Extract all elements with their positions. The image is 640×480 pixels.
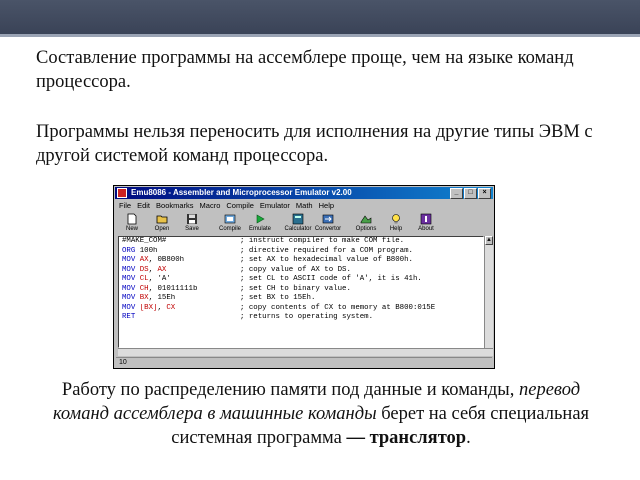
options-button[interactable]: Options xyxy=(352,212,380,234)
close-button[interactable]: × xyxy=(478,188,491,199)
emulator-titlebar: Emu8086 - Assembler and Microprocessor E… xyxy=(115,187,493,199)
about-button[interactable]: About xyxy=(412,212,440,234)
code-line: MOV AX, 0B800h ; set AX to hexadecimal v… xyxy=(122,256,413,264)
menu-math[interactable]: Math xyxy=(296,200,313,211)
save-button[interactable]: Save xyxy=(178,212,206,234)
status-bar: 10 xyxy=(116,357,492,367)
about-icon xyxy=(420,213,432,225)
paragraph-2: Программы нельзя переносить для исполнен… xyxy=(36,122,593,166)
code-line: ORG 100h ; directive required for a COM … xyxy=(122,246,413,255)
paragraph-3: Работу по распределению памяти под данны… xyxy=(52,380,590,448)
emulator-title: Emu8086 - Assembler and Microprocessor E… xyxy=(131,188,352,197)
scroll-up-arrow-icon[interactable]: ▲ xyxy=(485,236,493,245)
paragraph-1: Составление программы на ассемблере прощ… xyxy=(36,48,574,92)
app-icon xyxy=(117,188,127,198)
slide-top-strip xyxy=(0,34,640,37)
toolbar: New Open Save Compile Emulate Calculator… xyxy=(116,212,492,234)
code-editor[interactable]: #MAKE_COM# ; instruct compiler to make C… xyxy=(118,236,484,348)
code-line: #MAKE_COM# ; instruct compiler to make C… xyxy=(122,237,405,245)
folder-icon xyxy=(156,215,168,224)
code-line: MOV CL, 'A' ; set CL to ASCII code of 'A… xyxy=(122,275,422,283)
convertor-button[interactable]: Convertor xyxy=(314,212,342,234)
lightbulb-icon xyxy=(392,214,400,224)
code-line: MOV BX, 15Eh ; set BX to 15Eh. xyxy=(122,294,316,302)
slide-top-bar xyxy=(0,0,640,34)
compile-button[interactable]: Compile xyxy=(216,212,244,234)
code-line: MOV DS, AX ; copy value of AX to DS. xyxy=(122,265,351,274)
convertor-icon xyxy=(322,214,334,224)
menu-edit[interactable]: Edit xyxy=(137,200,150,211)
menu-file[interactable]: File xyxy=(119,200,131,211)
calculator-button[interactable]: Calculator xyxy=(284,212,312,234)
menu-emulator[interactable]: Emulator xyxy=(260,200,290,211)
menu-bar: File Edit Bookmarks Macro Compile Emulat… xyxy=(116,200,492,211)
compile-icon xyxy=(224,214,236,224)
menu-compile[interactable]: Compile xyxy=(226,200,254,211)
code-line: MOV CH, 01011111b ; set CH to binary val… xyxy=(122,284,351,293)
code-line: MOV [BX], CX ; copy contents of CX to me… xyxy=(122,303,436,312)
menu-macro[interactable]: Macro xyxy=(200,200,221,211)
new-button[interactable]: New xyxy=(118,212,146,234)
vertical-scrollbar[interactable]: ▲ xyxy=(484,236,493,348)
horizontal-scrollbar[interactable] xyxy=(118,348,493,356)
help-button[interactable]: Help xyxy=(382,212,410,234)
new-file-icon xyxy=(127,213,137,225)
menu-bookmarks[interactable]: Bookmarks xyxy=(156,200,194,211)
code-line: RET ; returns to operating system. xyxy=(122,313,374,321)
minimize-button[interactable]: _ xyxy=(450,188,463,199)
emulator-window: Emu8086 - Assembler and Microprocessor E… xyxy=(113,185,495,369)
options-icon xyxy=(360,215,372,224)
emulate-button[interactable]: Emulate xyxy=(246,212,274,234)
floppy-icon xyxy=(187,214,197,224)
maximize-button[interactable]: □ xyxy=(464,188,477,199)
calculator-icon xyxy=(292,213,304,225)
play-icon xyxy=(256,214,265,224)
term-translator: — транслятор xyxy=(346,428,467,448)
open-button[interactable]: Open xyxy=(148,212,176,234)
menu-help[interactable]: Help xyxy=(319,200,334,211)
